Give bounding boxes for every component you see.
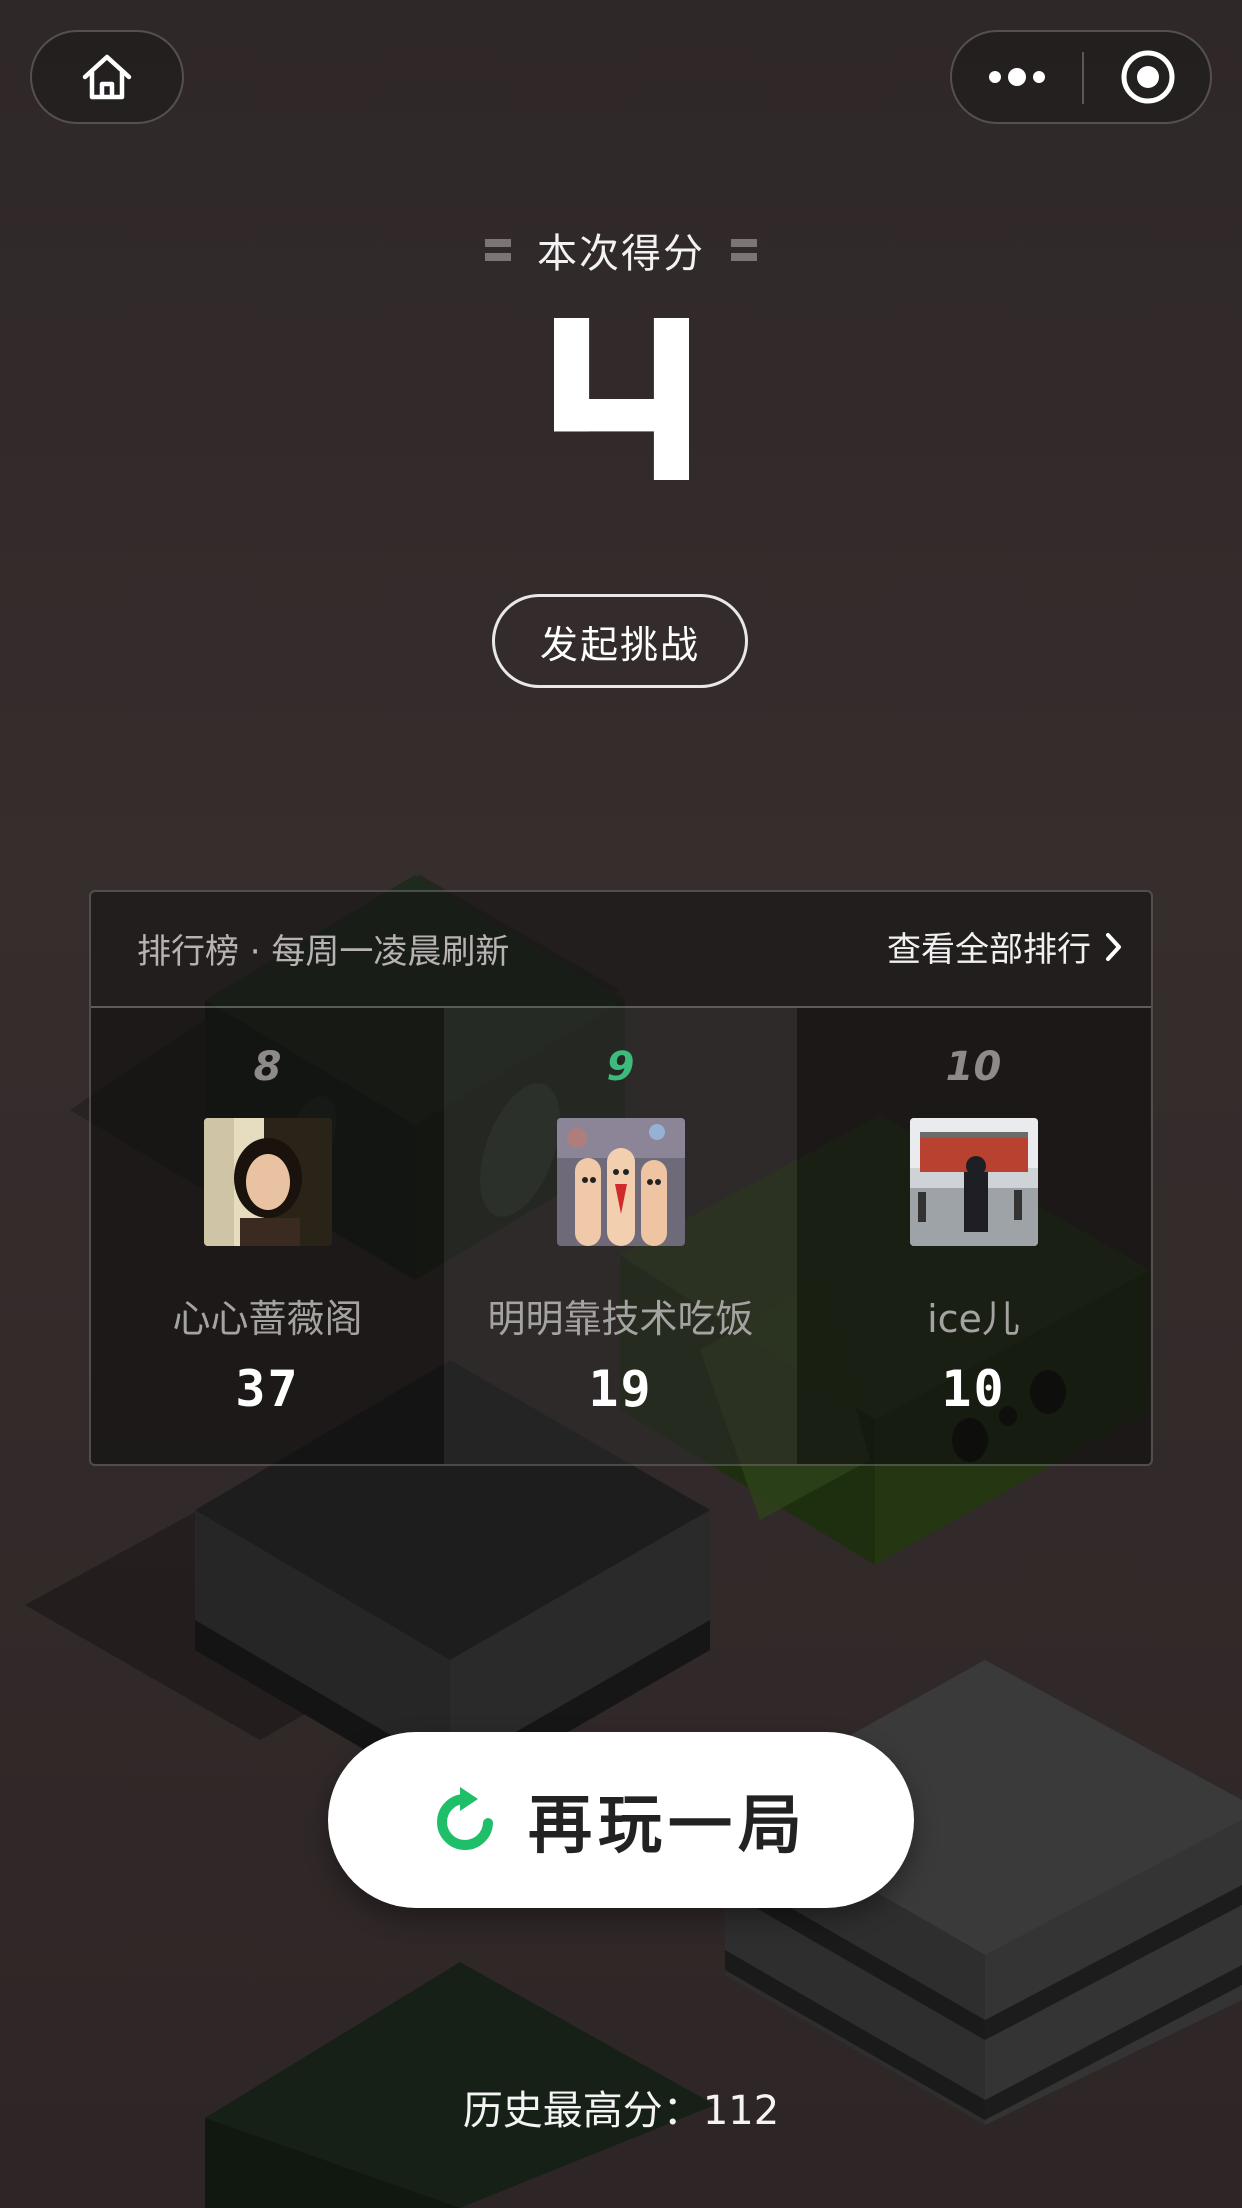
mini-program-capsule <box>950 30 1212 124</box>
best-score: 历史最高分：112 <box>0 2078 1242 2136</box>
player-score: 10 <box>941 1360 1006 1418</box>
leaderboard-entry[interactable]: 8 心心蔷薇阁 37 <box>91 1008 444 1464</box>
rank-number: 8 <box>253 1044 282 1090</box>
avatar <box>910 1118 1038 1246</box>
more-button[interactable] <box>952 32 1082 122</box>
leaderboard-title: 排行榜 · 每周一凌晨刷新 <box>137 932 510 972</box>
leaderboard-panel: 排行榜 · 每周一凌晨刷新 查看全部排行 8 心心蔷薇阁 37 9 明明靠技术吃… <box>89 890 1153 1466</box>
score-digit-segment <box>653 318 689 480</box>
player-avatar-image <box>910 1118 1038 1246</box>
play-again-button[interactable]: 再玩一局 <box>328 1732 914 1908</box>
score-label: 本次得分 <box>537 231 705 277</box>
close-button[interactable] <box>1084 32 1212 122</box>
play-again-label: 再玩一局 <box>528 1789 808 1863</box>
player-name: 明明靠技术吃饭 <box>487 1297 754 1341</box>
chevron-right-icon <box>1106 932 1121 961</box>
view-all-rankings-link[interactable]: 查看全部排行 <box>887 922 1123 971</box>
player-name: ice儿 <box>927 1297 1020 1341</box>
view-all-label: 查看全部排行 <box>887 930 1091 970</box>
rank-number: 9 <box>606 1044 635 1090</box>
start-challenge-button[interactable]: 发起挑战 <box>492 594 748 688</box>
leaderboard-header: 排行榜 · 每周一凌晨刷新 查看全部排行 <box>91 892 1151 1008</box>
target-close-icon <box>1121 50 1175 104</box>
avatar <box>557 1118 685 1246</box>
player-avatar-image <box>557 1118 685 1246</box>
score-header: 本次得分 <box>0 222 1242 278</box>
best-score-value: 112 <box>702 2088 780 2134</box>
player-name: 心心蔷薇阁 <box>172 1297 363 1341</box>
player-avatar-image <box>204 1118 332 1246</box>
decorative-equal-left <box>485 237 511 263</box>
player-score: 37 <box>235 1360 300 1418</box>
game-over-screen: 本次得分 4 发起挑战 排行榜 · 每周一凌晨刷新 查看全部排行 8 <box>0 0 1242 2208</box>
best-score-label: 历史最高分： <box>462 2088 703 2134</box>
home-button[interactable] <box>30 30 184 124</box>
leaderboard-entries: 8 心心蔷薇阁 37 9 明明靠技术吃饭 19 10 ice儿 10 <box>91 1008 1151 1464</box>
home-icon <box>82 54 132 100</box>
current-score: 4 <box>0 318 1242 494</box>
player-score: 19 <box>588 1360 653 1418</box>
current-score-digits <box>553 318 689 480</box>
leaderboard-entry-me[interactable]: 9 明明靠技术吃饭 19 <box>444 1008 797 1464</box>
decorative-equal-right <box>731 237 757 263</box>
leaderboard-entry[interactable]: 10 ice儿 10 <box>797 1008 1150 1464</box>
rank-number: 10 <box>945 1044 1002 1090</box>
replay-icon <box>437 1787 493 1850</box>
more-dots-icon <box>989 68 1045 86</box>
avatar <box>204 1118 332 1246</box>
